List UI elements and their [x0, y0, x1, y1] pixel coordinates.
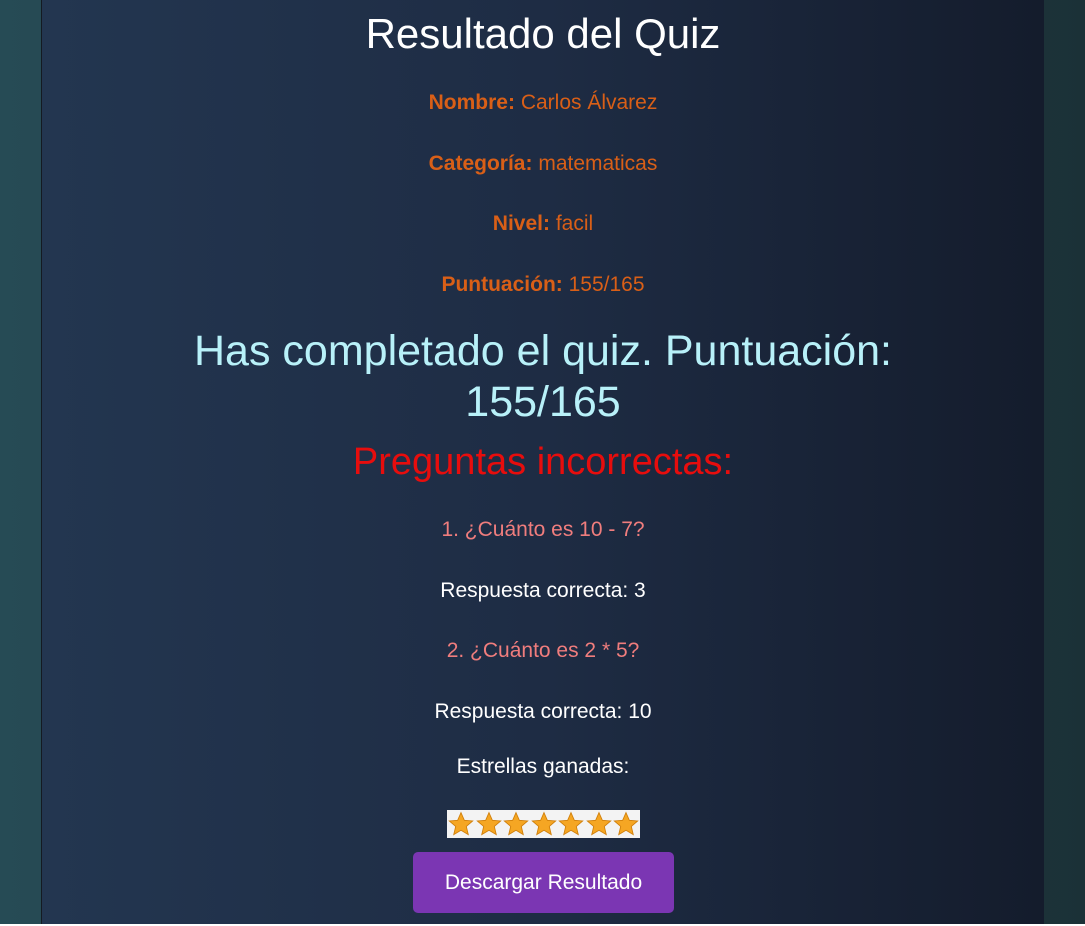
correct-answer-1: Respuesta correcta: 3 — [440, 579, 646, 602]
info-score-value: 155/165 — [568, 273, 645, 296]
star-icon — [503, 811, 529, 836]
info-score-label: Puntuación: — [441, 273, 563, 296]
page-title: Resultado del Quiz — [365, 10, 721, 57]
star-icon — [585, 811, 612, 836]
star-icon — [558, 811, 584, 836]
info-name-value: Carlos Álvarez — [520, 91, 658, 114]
info-name-label: Nombre: — [428, 91, 515, 114]
info-category: Categoría: matematicas — [42, 151, 1044, 177]
correct-answer-2: Respuesta correcta: 10 — [434, 700, 652, 723]
star-icon — [530, 811, 557, 836]
incorrect-heading: Preguntas incorrectas: — [352, 441, 734, 483]
star-icon — [448, 811, 474, 836]
info-level-label: Nivel: — [492, 212, 550, 235]
info-category-value: matematicas — [538, 152, 658, 175]
download-result-button[interactable]: Descargar Resultado — [413, 852, 674, 913]
info-level: Nivel: facil — [42, 211, 1044, 237]
star-icon — [613, 811, 639, 836]
quiz-result-card: Resultado del Quiz Nombre: Carlos Álvare… — [41, 0, 1044, 924]
info-category-label: Categoría: — [428, 152, 533, 175]
incorrect-question-2: 2. ¿Cuánto es 2 * 5? — [446, 639, 640, 662]
info-name: Nombre: Carlos Álvarez — [42, 90, 1044, 116]
stars-label: Estrellas ganadas: — [456, 755, 630, 778]
stars-rating — [447, 810, 640, 838]
info-level-value: facil — [555, 212, 594, 235]
completion-message: Has completado el quiz. Puntuación: 155/… — [194, 327, 892, 426]
star-icon — [475, 811, 502, 836]
incorrect-question-1: 1. ¿Cuánto es 10 - 7? — [441, 518, 645, 541]
info-score: Puntuación: 155/165 — [42, 272, 1044, 298]
